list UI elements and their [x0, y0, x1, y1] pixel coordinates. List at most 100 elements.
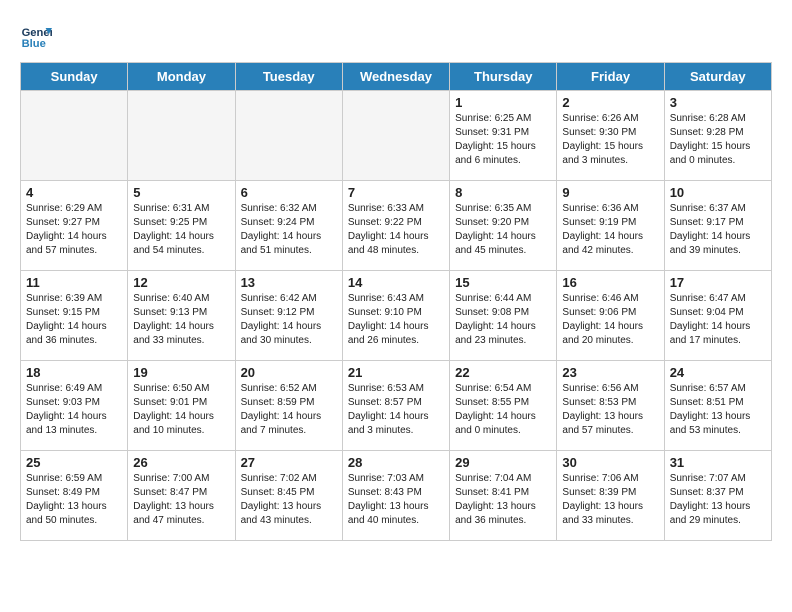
- weekday-friday: Friday: [557, 63, 664, 91]
- day-number: 14: [348, 275, 444, 290]
- day-number: 12: [133, 275, 229, 290]
- calendar-body: 1 Sunrise: 6:25 AM Sunset: 9:31 PM Daylig…: [21, 91, 772, 541]
- day-number: 25: [26, 455, 122, 470]
- day-number: 19: [133, 365, 229, 380]
- day-info: Sunrise: 6:36 AM Sunset: 9:19 PM Dayligh…: [562, 202, 658, 258]
- day-info: Sunrise: 6:40 AM Sunset: 9:13 PM Dayligh…: [133, 292, 229, 348]
- calendar-cell: [128, 91, 235, 181]
- day-number: 11: [26, 275, 122, 290]
- day-info: Sunrise: 7:04 AM Sunset: 8:41 PM Dayligh…: [455, 472, 551, 528]
- day-info: Sunrise: 6:56 AM Sunset: 8:53 PM Dayligh…: [562, 382, 658, 438]
- day-number: 1: [455, 95, 551, 110]
- day-info: Sunrise: 6:31 AM Sunset: 9:25 PM Dayligh…: [133, 202, 229, 258]
- day-number: 8: [455, 185, 551, 200]
- day-number: 10: [670, 185, 766, 200]
- calendar-cell: 17Sunrise: 6:47 AM Sunset: 9:04 PM Dayli…: [664, 271, 771, 361]
- calendar-cell: 13 Sunrise: 6:42 AM Sunset: 9:12 PM Dayli…: [235, 271, 342, 361]
- day-info: Sunrise: 6:49 AM Sunset: 9:03 PM Dayligh…: [26, 382, 122, 438]
- calendar-cell: 20 Sunrise: 6:52 AM Sunset: 8:59 PM Dayli…: [235, 361, 342, 451]
- calendar-cell: 3Sunrise: 6:28 AM Sunset: 9:28 PM Daylig…: [664, 91, 771, 181]
- day-info: Sunrise: 6:37 AM Sunset: 9:17 PM Dayligh…: [670, 202, 766, 258]
- calendar-cell: 26 Sunrise: 7:00 AM Sunset: 8:47 PM Dayli…: [128, 451, 235, 541]
- weekday-header-row: SundayMondayTuesdayWednesdayThursdayFrid…: [21, 63, 772, 91]
- day-number: 29: [455, 455, 551, 470]
- calendar-cell: 7Sunrise: 6:33 AM Sunset: 9:22 PM Daylig…: [342, 181, 449, 271]
- day-number: 31: [670, 455, 766, 470]
- day-info: Sunrise: 6:52 AM Sunset: 8:59 PM Dayligh…: [241, 382, 337, 438]
- week-row-2: 4Sunrise: 6:29 AM Sunset: 9:27 PM Daylig…: [21, 181, 772, 271]
- day-number: 22: [455, 365, 551, 380]
- calendar-cell: 6 Sunrise: 6:32 AM Sunset: 9:24 PM Daylig…: [235, 181, 342, 271]
- day-info: Sunrise: 6:35 AM Sunset: 9:20 PM Dayligh…: [455, 202, 551, 258]
- day-info: Sunrise: 6:43 AM Sunset: 9:10 PM Dayligh…: [348, 292, 444, 348]
- calendar-cell: 29 Sunrise: 7:04 AM Sunset: 8:41 PM Dayli…: [450, 451, 557, 541]
- weekday-thursday: Thursday: [450, 63, 557, 91]
- calendar-cell: 9 Sunrise: 6:36 AM Sunset: 9:19 PM Daylig…: [557, 181, 664, 271]
- day-number: 20: [241, 365, 337, 380]
- calendar-cell: 11 Sunrise: 6:39 AM Sunset: 9:15 PM Dayli…: [21, 271, 128, 361]
- day-number: 13: [241, 275, 337, 290]
- day-number: 26: [133, 455, 229, 470]
- calendar-cell: 5Sunrise: 6:31 AM Sunset: 9:25 PM Daylig…: [128, 181, 235, 271]
- calendar-cell: 24Sunrise: 6:57 AM Sunset: 8:51 PM Dayli…: [664, 361, 771, 451]
- weekday-sunday: Sunday: [21, 63, 128, 91]
- day-number: 2: [562, 95, 658, 110]
- calendar-cell: 12 Sunrise: 6:40 AM Sunset: 9:13 PM Dayli…: [128, 271, 235, 361]
- day-info: Sunrise: 7:03 AM Sunset: 8:43 PM Dayligh…: [348, 472, 444, 528]
- day-info: Sunrise: 6:53 AM Sunset: 8:57 PM Dayligh…: [348, 382, 444, 438]
- calendar-cell: 15Sunrise: 6:44 AM Sunset: 9:08 PM Dayli…: [450, 271, 557, 361]
- day-number: 27: [241, 455, 337, 470]
- day-info: Sunrise: 7:00 AM Sunset: 8:47 PM Dayligh…: [133, 472, 229, 528]
- calendar-cell: 16Sunrise: 6:46 AM Sunset: 9:06 PM Dayli…: [557, 271, 664, 361]
- week-row-5: 25 Sunrise: 6:59 AM Sunset: 8:49 PM Dayli…: [21, 451, 772, 541]
- day-info: Sunrise: 7:02 AM Sunset: 8:45 PM Dayligh…: [241, 472, 337, 528]
- day-info: Sunrise: 6:29 AM Sunset: 9:27 PM Dayligh…: [26, 202, 122, 258]
- day-info: Sunrise: 6:59 AM Sunset: 8:49 PM Dayligh…: [26, 472, 122, 528]
- calendar-cell: [235, 91, 342, 181]
- week-row-1: 1 Sunrise: 6:25 AM Sunset: 9:31 PM Daylig…: [21, 91, 772, 181]
- day-number: 17: [670, 275, 766, 290]
- calendar-cell: 18Sunrise: 6:49 AM Sunset: 9:03 PM Dayli…: [21, 361, 128, 451]
- day-number: 9: [562, 185, 658, 200]
- day-info: Sunrise: 7:06 AM Sunset: 8:39 PM Dayligh…: [562, 472, 658, 528]
- day-number: 28: [348, 455, 444, 470]
- calendar-cell: 4Sunrise: 6:29 AM Sunset: 9:27 PM Daylig…: [21, 181, 128, 271]
- calendar-cell: 8 Sunrise: 6:35 AM Sunset: 9:20 PM Daylig…: [450, 181, 557, 271]
- calendar-cell: 2 Sunrise: 6:26 AM Sunset: 9:30 PM Daylig…: [557, 91, 664, 181]
- day-info: Sunrise: 6:42 AM Sunset: 9:12 PM Dayligh…: [241, 292, 337, 348]
- day-info: Sunrise: 6:32 AM Sunset: 9:24 PM Dayligh…: [241, 202, 337, 258]
- calendar-cell: 27 Sunrise: 7:02 AM Sunset: 8:45 PM Dayli…: [235, 451, 342, 541]
- calendar-cell: 22 Sunrise: 6:54 AM Sunset: 8:55 PM Dayli…: [450, 361, 557, 451]
- calendar-cell: 21 Sunrise: 6:53 AM Sunset: 8:57 PM Dayli…: [342, 361, 449, 451]
- calendar-cell: 19 Sunrise: 6:50 AM Sunset: 9:01 PM Dayli…: [128, 361, 235, 451]
- calendar-cell: 25 Sunrise: 6:59 AM Sunset: 8:49 PM Dayli…: [21, 451, 128, 541]
- calendar-cell: 28 Sunrise: 7:03 AM Sunset: 8:43 PM Dayli…: [342, 451, 449, 541]
- calendar-table: SundayMondayTuesdayWednesdayThursdayFrid…: [20, 62, 772, 541]
- weekday-monday: Monday: [128, 63, 235, 91]
- calendar-cell: [21, 91, 128, 181]
- calendar-cell: [342, 91, 449, 181]
- weekday-saturday: Saturday: [664, 63, 771, 91]
- day-number: 6: [241, 185, 337, 200]
- day-info: Sunrise: 6:26 AM Sunset: 9:30 PM Dayligh…: [562, 112, 658, 168]
- calendar-cell: 30 Sunrise: 7:06 AM Sunset: 8:39 PM Dayli…: [557, 451, 664, 541]
- day-number: 15: [455, 275, 551, 290]
- day-info: Sunrise: 6:25 AM Sunset: 9:31 PM Dayligh…: [455, 112, 551, 168]
- day-number: 7: [348, 185, 444, 200]
- day-number: 30: [562, 455, 658, 470]
- calendar-cell: 31 Sunrise: 7:07 AM Sunset: 8:37 PM Dayli…: [664, 451, 771, 541]
- day-number: 16: [562, 275, 658, 290]
- logo: General Blue: [20, 20, 56, 52]
- day-number: 21: [348, 365, 444, 380]
- weekday-wednesday: Wednesday: [342, 63, 449, 91]
- day-info: Sunrise: 6:50 AM Sunset: 9:01 PM Dayligh…: [133, 382, 229, 438]
- day-number: 23: [562, 365, 658, 380]
- day-info: Sunrise: 6:54 AM Sunset: 8:55 PM Dayligh…: [455, 382, 551, 438]
- calendar-cell: 14 Sunrise: 6:43 AM Sunset: 9:10 PM Dayli…: [342, 271, 449, 361]
- svg-text:Blue: Blue: [22, 38, 46, 50]
- calendar-cell: 1 Sunrise: 6:25 AM Sunset: 9:31 PM Daylig…: [450, 91, 557, 181]
- day-info: Sunrise: 7:07 AM Sunset: 8:37 PM Dayligh…: [670, 472, 766, 528]
- day-info: Sunrise: 6:39 AM Sunset: 9:15 PM Dayligh…: [26, 292, 122, 348]
- week-row-3: 11 Sunrise: 6:39 AM Sunset: 9:15 PM Dayli…: [21, 271, 772, 361]
- page-header: General Blue: [20, 20, 772, 52]
